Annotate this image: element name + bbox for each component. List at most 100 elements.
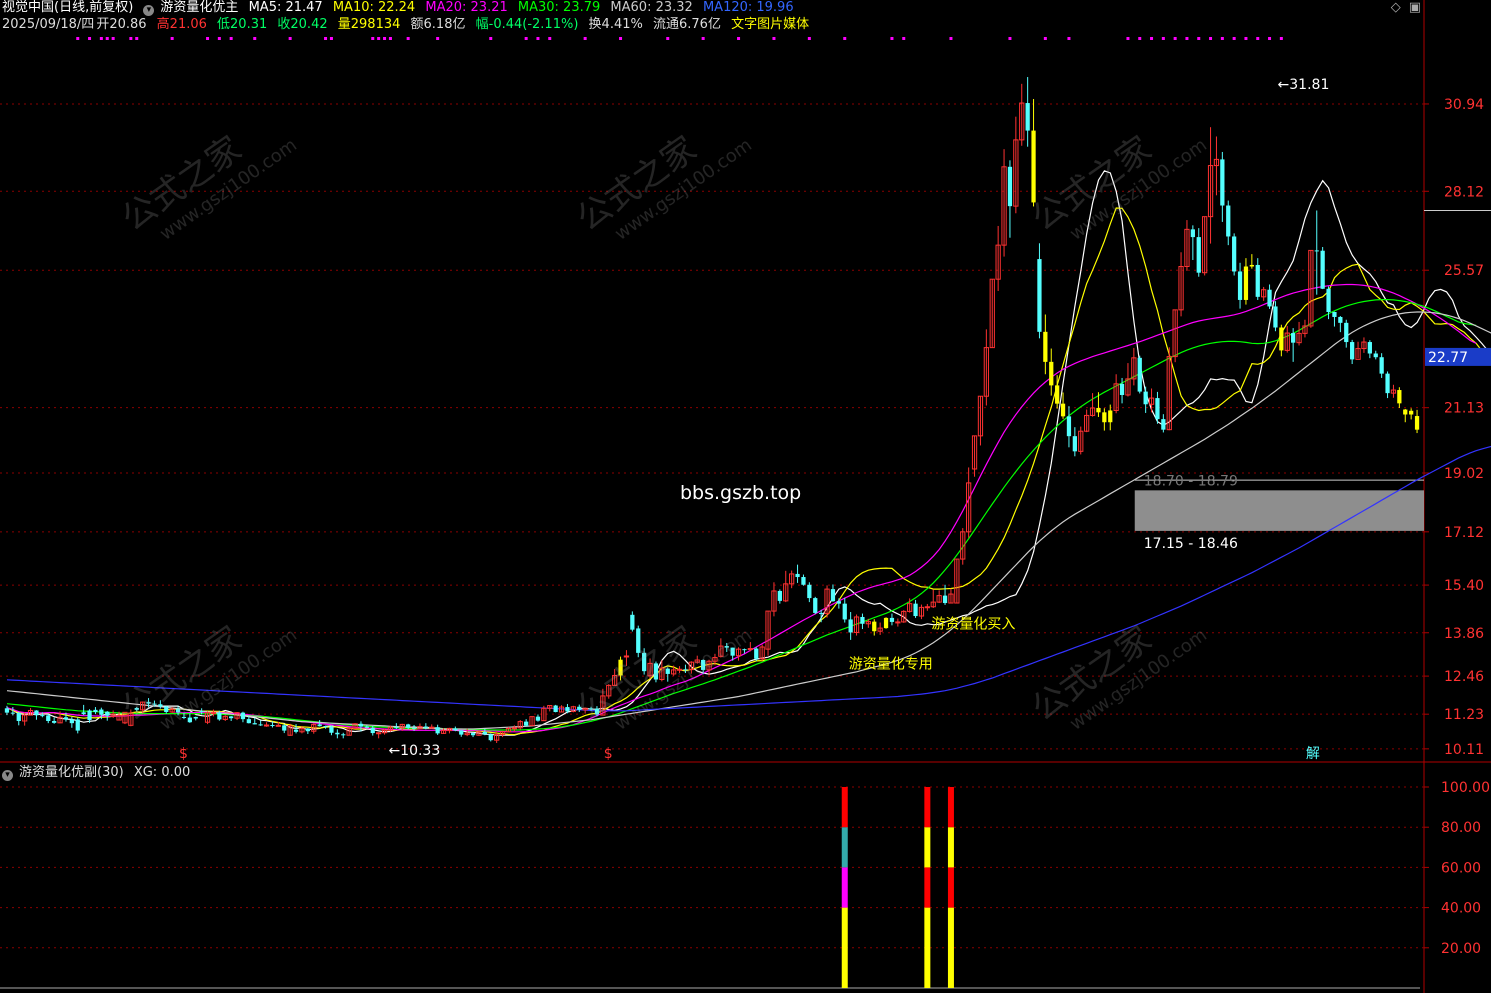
candle-body bbox=[358, 723, 364, 727]
signal-bar-segment bbox=[841, 787, 848, 828]
sub-panel-header: ▾ 游资量化优副(30) XG: 0.00 bbox=[2, 765, 196, 781]
dropdown-icon[interactable]: ▾ bbox=[143, 5, 155, 16]
quote-sector[interactable]: 文字图片媒体 bbox=[731, 17, 809, 32]
signal-dot bbox=[1268, 37, 1272, 40]
signal-bar-segment bbox=[924, 787, 931, 828]
chart-header-top: 视觉中国(日线,前复权) ▾ 游资量化优主 MA5: 21.47 MA10: 22… bbox=[2, 0, 800, 16]
candle-body bbox=[636, 628, 641, 653]
signal-dot bbox=[76, 37, 80, 40]
candle-body bbox=[317, 724, 322, 727]
sub-y-tick-label: 20.00 bbox=[1441, 941, 1481, 957]
candle-body bbox=[535, 716, 541, 721]
candle-body bbox=[942, 595, 948, 604]
candle-body bbox=[860, 616, 865, 624]
diamond-icon[interactable]: ◇ bbox=[1391, 0, 1401, 15]
candle-body bbox=[1031, 130, 1036, 203]
y-tick-label: 17.12 bbox=[1444, 525, 1484, 541]
price-annotation: 游资量化专用 bbox=[849, 657, 933, 673]
candle-body bbox=[1243, 266, 1249, 300]
candle-body bbox=[1066, 416, 1072, 437]
quote-turnover: 换4.41% bbox=[588, 17, 643, 32]
candle-body bbox=[323, 726, 328, 728]
candle-body bbox=[1350, 342, 1355, 360]
candle-body bbox=[524, 721, 529, 726]
stock-name[interactable]: 视觉中国(日线,前复权) bbox=[2, 0, 133, 15]
candle-body bbox=[872, 621, 877, 632]
candle-body bbox=[1414, 416, 1420, 430]
candle-body bbox=[742, 649, 747, 651]
signal-dot bbox=[111, 37, 115, 40]
candle-body bbox=[435, 727, 440, 734]
candle-body bbox=[258, 724, 263, 726]
candle-body bbox=[305, 728, 310, 732]
candle-body bbox=[282, 725, 287, 731]
signal-dot bbox=[666, 37, 670, 40]
candle-body bbox=[1060, 403, 1066, 417]
sub-indicator-name[interactable]: 游资量化优副(30) bbox=[19, 765, 124, 780]
sub-y-tick-label: 100.00 bbox=[1441, 780, 1490, 796]
dropdown-icon[interactable]: ▾ bbox=[2, 770, 13, 781]
candle-body bbox=[1072, 436, 1077, 452]
candle-body bbox=[470, 733, 476, 736]
candle-body bbox=[181, 716, 187, 718]
candle-body bbox=[217, 712, 222, 720]
signal-dot bbox=[1173, 37, 1177, 40]
signal-dot bbox=[217, 37, 221, 40]
window-icon[interactable]: ▣ bbox=[1409, 0, 1421, 15]
candle-body bbox=[1320, 250, 1325, 289]
candle-body bbox=[1043, 331, 1048, 362]
signal-dot bbox=[1185, 37, 1189, 40]
signal-dot bbox=[524, 37, 528, 40]
candle-body bbox=[883, 617, 889, 629]
candle-body bbox=[642, 652, 647, 672]
candle-body bbox=[105, 711, 110, 716]
candle-body bbox=[553, 705, 558, 713]
candle-body bbox=[4, 708, 10, 713]
quote-date: 2025/09/18/四 bbox=[2, 17, 95, 32]
candle-body bbox=[1190, 229, 1195, 238]
candle-body bbox=[210, 712, 217, 715]
signal-dot bbox=[329, 37, 333, 40]
candle-body bbox=[69, 719, 74, 724]
candle-body bbox=[1155, 398, 1160, 420]
candle-body bbox=[830, 589, 836, 602]
candle-body bbox=[459, 730, 464, 735]
y-tick-label: 10.11 bbox=[1444, 742, 1484, 758]
signal-dot bbox=[170, 37, 174, 40]
signal-dot bbox=[536, 37, 540, 40]
ma120-label: MA120: 19.96 bbox=[702, 0, 794, 15]
signal-dot bbox=[548, 37, 552, 40]
signal-dot bbox=[383, 37, 387, 40]
candle-body bbox=[376, 732, 382, 735]
signal-dot bbox=[1256, 37, 1260, 40]
candle-body bbox=[87, 710, 92, 721]
candle-body bbox=[1108, 410, 1113, 423]
sub-y-tick-label: 40.00 bbox=[1441, 901, 1481, 917]
signal-dot bbox=[1279, 37, 1283, 40]
support-zone bbox=[1134, 490, 1424, 531]
signal-dot bbox=[406, 37, 410, 40]
candle-body bbox=[199, 711, 204, 713]
candle-body bbox=[623, 655, 630, 658]
candle-body bbox=[263, 724, 270, 727]
y-tick-label: 19.02 bbox=[1444, 466, 1484, 482]
ma-line-ma10 bbox=[6, 207, 1491, 736]
indicator-name[interactable]: 游资量化优主 bbox=[160, 0, 238, 15]
candle-body bbox=[423, 726, 428, 728]
candle-body bbox=[848, 619, 853, 633]
candle-body bbox=[335, 732, 340, 735]
candle-body bbox=[1220, 159, 1225, 206]
signal-dot bbox=[388, 37, 392, 40]
signal-dot bbox=[619, 37, 623, 40]
ad-text: bbs.gszb.top bbox=[680, 482, 802, 504]
candle-body bbox=[895, 621, 901, 624]
y-tick-label: 21.13 bbox=[1444, 401, 1484, 417]
event-marker: $ bbox=[179, 746, 188, 762]
candle-body bbox=[630, 614, 635, 630]
y-tick-label: 11.23 bbox=[1444, 707, 1484, 723]
candle-body bbox=[429, 726, 435, 729]
quote-change: 幅-0.44(-2.11%) bbox=[475, 17, 579, 32]
candle-body bbox=[1332, 312, 1337, 317]
signal-dot bbox=[1043, 37, 1047, 40]
candle-body bbox=[1409, 410, 1414, 415]
